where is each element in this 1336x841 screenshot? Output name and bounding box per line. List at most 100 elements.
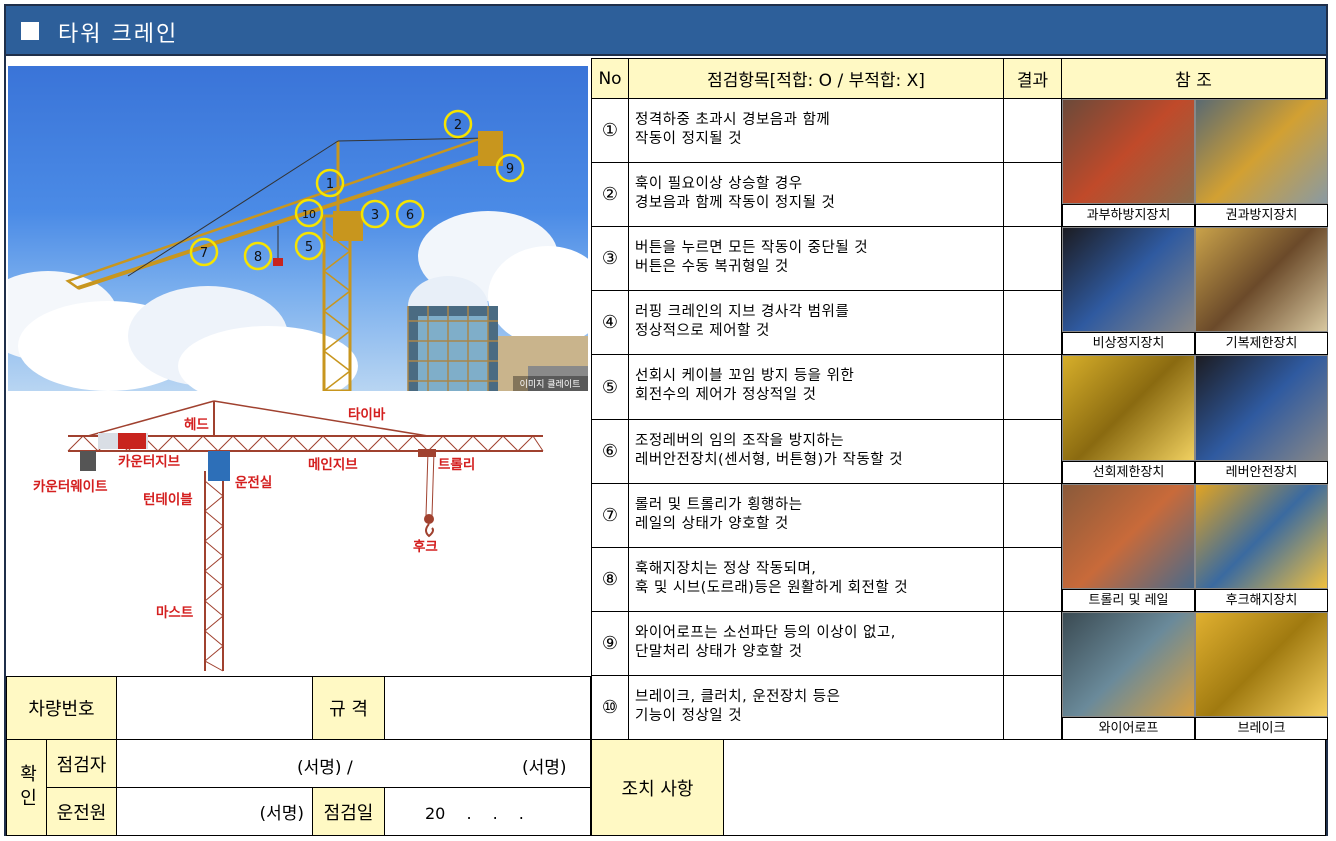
check-item-line2: 정상적으로 제어할 것: [635, 323, 770, 339]
check-item-line1: 롤러 및 트롤리가 횡행하는: [635, 497, 803, 513]
label-mast: 마스트: [156, 605, 194, 621]
result-field[interactable]: [1003, 675, 1062, 740]
operator-sign-text: (서명): [259, 804, 304, 824]
reference-caption: 비상정지장치: [1062, 332, 1195, 355]
watermark: 이미지 클레이트: [520, 379, 581, 390]
check-item-line2: 레일의 상태가 양호할 것: [635, 516, 789, 532]
action-field[interactable]: [723, 739, 1326, 836]
result-field[interactable]: [1003, 483, 1062, 548]
row-number: ⑦: [591, 483, 629, 548]
reference-photo: [1062, 484, 1195, 589]
label-hook: 후크: [413, 539, 438, 555]
title-bar: 타워 크레인: [6, 6, 1326, 56]
result-field[interactable]: [1003, 162, 1062, 227]
page-title: 타워 크레인: [58, 22, 179, 47]
row-number: ③: [591, 226, 629, 291]
label-counter-jib: 카운터지브: [118, 454, 181, 470]
marker-9: 9: [506, 162, 514, 177]
reference-caption: 권과방지장치: [1195, 204, 1328, 227]
spec-field[interactable]: [384, 676, 591, 740]
check-item-line2: 훅 및 시브(도르래)등은 원활하게 회전할 것: [635, 580, 909, 596]
reference-photo: [1062, 355, 1195, 461]
row-number: ⑩: [591, 675, 629, 740]
marker-10: 10: [302, 208, 316, 221]
check-item: 정격하중 초과시 경보음과 함께작동이 정지될 것: [628, 98, 1004, 163]
result-field[interactable]: [1003, 290, 1062, 355]
check-item: 와이어로프는 소선파단 등의 이상이 없고, 단말처리 상태가 양호할 것: [628, 611, 1004, 676]
date-value: 20 . . .: [425, 803, 524, 823]
inspector-sign-text: (서명) /: [297, 758, 353, 778]
check-item: 조정레버의 임의 조작을 방지하는레버안전장치(센서형, 버튼형)가 작동할 것: [628, 419, 1004, 484]
inspector-label: 점검자: [46, 739, 117, 788]
check-item-line1: 선회시 케이블 꼬임 방지 등을 위한: [635, 368, 855, 384]
row-number: ①: [591, 98, 629, 163]
reference-photo: [1195, 612, 1328, 717]
reference-caption: 선회제한장치: [1062, 461, 1195, 484]
reference-photo: [1195, 99, 1328, 204]
reference-caption: 트롤리 및 레일: [1062, 589, 1195, 612]
marker-5: 5: [305, 240, 313, 255]
check-item-line1: 브레이크, 클러치, 운전장치 등은: [635, 689, 841, 705]
result-field[interactable]: [1003, 611, 1062, 676]
reference-caption: 와이어로프: [1062, 717, 1195, 740]
crane-diagram: 헤드 타이바 카운터지브 메인지브 트롤리 카운터웨이트 운전실 턴테이블 후크…: [8, 391, 588, 676]
marker-8: 8: [254, 250, 262, 265]
reference-photo: [1195, 227, 1328, 332]
result-field[interactable]: [1003, 226, 1062, 291]
result-field[interactable]: [1003, 547, 1062, 612]
check-item-line1: 버튼을 누르면 모든 작동이 중단될 것: [635, 240, 869, 256]
reference-caption: 레버안전장치: [1195, 461, 1328, 484]
reference-caption: 브레이크: [1195, 717, 1328, 740]
inspector-sign-field[interactable]: (서명) / (서명): [116, 739, 591, 788]
vehicle-no-label: 차량번호: [6, 676, 117, 740]
label-counterweight: 카운터웨이트: [33, 478, 108, 495]
row-number: ⑤: [591, 354, 629, 420]
check-item: 롤러 및 트롤리가 횡행하는레일의 상태가 양호할 것: [628, 483, 1004, 548]
marker-2: 2: [454, 118, 462, 133]
label-head: 헤드: [184, 417, 209, 433]
row-number: ⑧: [591, 547, 629, 612]
vehicle-no-field[interactable]: [116, 676, 313, 740]
marker-1: 1: [326, 177, 334, 192]
col-ref-header: 참 조: [1061, 58, 1326, 99]
check-item-line2: 경보음과 함께 작동이 정지될 것: [635, 195, 836, 211]
reference-caption: 과부하방지장치: [1062, 204, 1195, 227]
label-main-jib: 메인지브: [308, 456, 358, 473]
row-number: ⑨: [591, 611, 629, 676]
col-result-header: 결과: [1003, 58, 1062, 99]
date-field[interactable]: 20 . . .: [384, 787, 591, 836]
action-label: 조치 사항: [591, 739, 724, 836]
crane-photo: 1 2 3 5 6 7 8 9 10 이미지 클레이트: [8, 66, 588, 391]
reference-photo: [1062, 227, 1195, 332]
label-trolley: 트롤리: [438, 457, 475, 473]
check-item-line1: 조정레버의 임의 조작을 방지하는: [635, 433, 845, 449]
operator-sign-field[interactable]: (서명): [116, 787, 313, 836]
check-item-line2: 레버안전장치(센서형, 버튼형)가 작동할 것: [635, 452, 904, 468]
check-item-line1: 훅해지장치는 정상 작동되며,: [635, 561, 817, 577]
check-item: 버튼을 누르면 모든 작동이 중단될 것버튼은 수동 복귀형일 것: [628, 226, 1004, 291]
check-item-line2: 회전수의 제어가 정상적일 것: [635, 387, 817, 403]
result-field[interactable]: [1003, 98, 1062, 163]
reference-photo: [1062, 99, 1195, 204]
row-number: ②: [591, 162, 629, 227]
operator-label: 운전원: [46, 787, 117, 836]
check-item: 브레이크, 클러치, 운전장치 등은기능이 정상일 것: [628, 675, 1004, 740]
inspector-sign-text-2: (서명): [522, 758, 567, 778]
check-item-line2: 작동이 정지될 것: [635, 131, 743, 147]
spec-label: 규 격: [312, 676, 385, 740]
reference-photo: [1195, 355, 1328, 461]
reference-photo: [1195, 484, 1328, 589]
marker-7: 7: [200, 246, 208, 261]
col-item-header: 점검항목[적합: O / 부적합: X]: [628, 58, 1004, 99]
label-turntable: 턴테이블: [143, 491, 193, 508]
check-item-line2: 기능이 정상일 것: [635, 708, 743, 724]
label-cab: 운전실: [235, 474, 272, 491]
reference-photo: [1062, 612, 1195, 717]
result-field[interactable]: [1003, 354, 1062, 420]
check-item-line1: 정격하중 초과시 경보음과 함께: [635, 112, 831, 128]
confirm-label: 확인: [6, 739, 47, 836]
check-item-line2: 버튼은 수동 복귀형일 것: [635, 259, 789, 275]
row-number: ⑥: [591, 419, 629, 484]
check-item: 훅이 필요이상 상승할 경우 경보음과 함께 작동이 정지될 것: [628, 162, 1004, 227]
result-field[interactable]: [1003, 419, 1062, 484]
